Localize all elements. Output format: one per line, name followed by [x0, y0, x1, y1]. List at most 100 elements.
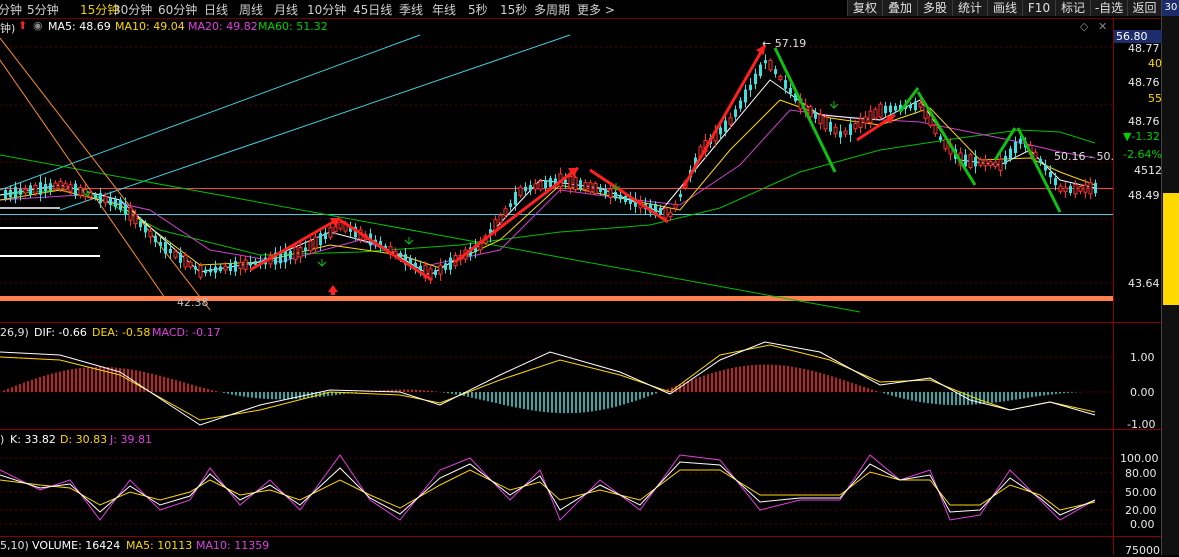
candle-body: [99, 193, 102, 203]
kdj-legend-prefix: ): [0, 433, 5, 446]
candle-body: [1058, 185, 1063, 192]
candle-body: [289, 250, 292, 259]
candle-body: [33, 184, 38, 194]
dif-legend: DIF: -0.66: [34, 326, 87, 339]
candle-body: [808, 106, 813, 118]
candle-body: [68, 184, 73, 192]
candle-body: [139, 220, 142, 228]
candle-body: [1014, 141, 1017, 154]
candle-body: [19, 188, 22, 195]
candle-body: [624, 195, 627, 203]
candle-body: [109, 197, 112, 206]
candle-body: [119, 199, 122, 210]
candle-body: [29, 185, 32, 196]
candle-body: [579, 180, 582, 190]
candle-body: [229, 263, 232, 272]
candle-body: [789, 88, 792, 94]
candle-body: [549, 178, 552, 188]
candle-body: [764, 60, 767, 64]
candle-body: [829, 121, 832, 132]
candle-body: [573, 176, 578, 191]
candle-body: [249, 261, 252, 266]
candle-body: [839, 131, 842, 138]
candle-body: [974, 157, 977, 167]
macd-axis-0: 0.00: [1130, 386, 1155, 399]
candle-body: [1004, 155, 1007, 165]
close-icon[interactable]: ✕: [1098, 20, 1107, 33]
macd-histogram: [3, 364, 1093, 414]
candle-body: [583, 182, 588, 190]
kline-chart[interactable]: [0, 0, 1161, 555]
candle-body: [529, 185, 532, 191]
candle-body: [993, 161, 998, 167]
candle-body: [964, 154, 967, 167]
candle-body: [144, 225, 147, 233]
candle-body: [214, 266, 217, 273]
candle-body: [928, 115, 933, 126]
dropdown-circle-icon[interactable]: ◉: [33, 19, 43, 32]
candle-body: [198, 265, 203, 278]
candle-body: [304, 247, 307, 252]
candle-body: [1069, 185, 1072, 194]
high-annotation: ← 57.19: [762, 37, 807, 50]
candle-body: [774, 69, 777, 74]
candle-body: [438, 264, 443, 275]
candle-body: [498, 214, 503, 224]
candle-body: [768, 59, 773, 71]
candle-body: [878, 103, 883, 118]
candle-body: [968, 154, 973, 169]
candle-body: [1044, 164, 1047, 171]
candle-body: [308, 240, 313, 252]
candle-body: [754, 73, 757, 84]
candle-body: [544, 180, 547, 188]
kdj-axis-0: 0.00: [1130, 518, 1155, 531]
price-axis-low: 43.64: [1128, 277, 1160, 290]
candle-body: [784, 80, 787, 89]
candle-body: [333, 226, 338, 232]
candle-body: [509, 203, 512, 207]
candle-body: [608, 188, 613, 199]
vol-axis-max: 75000: [1125, 544, 1160, 557]
candle-body: [219, 266, 222, 272]
price-axis-5: 48.76: [1128, 115, 1160, 128]
ma5-legend: MA5: 48.69: [48, 20, 111, 33]
candle-body: [503, 208, 508, 216]
candle-body: [293, 246, 298, 261]
price-axis-2: 40: [1148, 57, 1162, 70]
candle-body: [868, 110, 873, 124]
candle-body: [434, 270, 437, 276]
order-book-bar: [1163, 193, 1179, 305]
candle-body: [328, 227, 333, 238]
candle-body: [1073, 183, 1078, 195]
candle-body: [223, 265, 228, 271]
candle-body: [14, 186, 17, 199]
candle-body: [1009, 148, 1012, 159]
candle-body: [23, 188, 28, 194]
candle-body: [53, 182, 58, 190]
candle-body: [833, 126, 838, 135]
price-change-pct-label: -2.64%: [1123, 148, 1162, 161]
candle-body: [744, 89, 747, 103]
candle-body: [858, 118, 863, 128]
candlesticks: [4, 54, 1097, 284]
candle-body: [518, 186, 523, 197]
candle-body: [338, 222, 343, 230]
candle-body: [4, 190, 7, 199]
up-arrow-icon[interactable]: ⬆: [18, 19, 27, 32]
candle-body: [759, 64, 762, 76]
candle-body: [849, 123, 852, 136]
candle-body: [1088, 182, 1093, 195]
candle-body: [159, 242, 162, 246]
candle-body: [663, 207, 668, 219]
candle-body: [614, 191, 617, 199]
candle-body: [188, 261, 193, 268]
candle-body: [983, 159, 988, 167]
candle-body: [914, 101, 917, 111]
candle-body: [74, 183, 77, 196]
candle-body: [593, 182, 598, 195]
volume-legend: VOLUME: 16424: [32, 539, 121, 552]
candle-body: [918, 102, 923, 108]
price-change-label: ▼-1.32: [1123, 130, 1160, 143]
candle-body: [909, 104, 912, 109]
settings-diamond-icon[interactable]: ◇: [1080, 20, 1088, 33]
